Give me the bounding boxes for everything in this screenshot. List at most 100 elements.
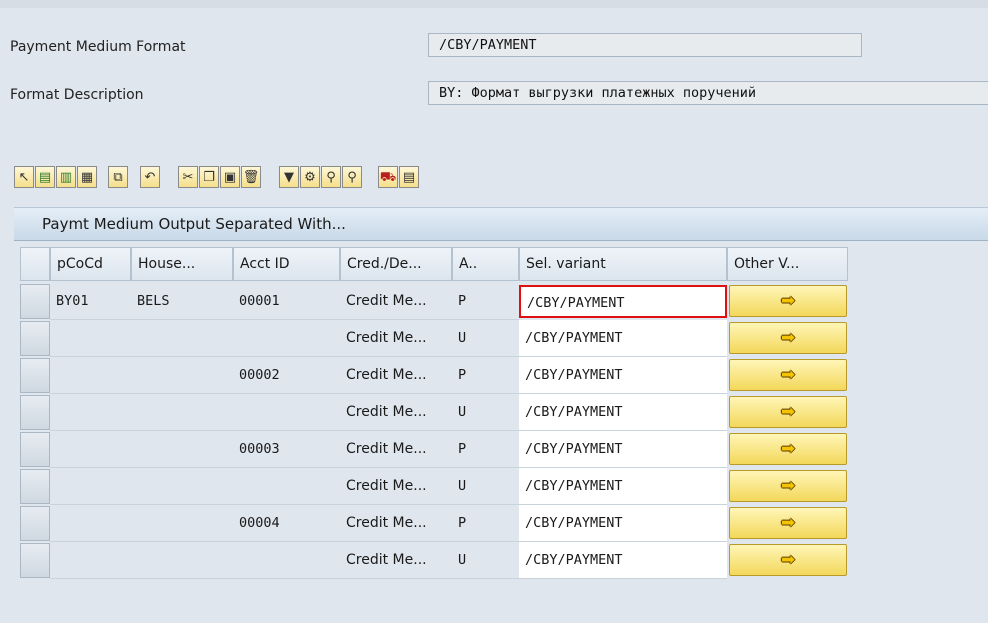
cell-cocd[interactable] [50,357,131,394]
cell-house[interactable] [131,320,233,357]
copy-icon[interactable]: ❐ [199,166,219,188]
row-selector[interactable] [20,284,50,319]
select-all-icon[interactable]: ▤ [35,166,55,188]
cell-cred[interactable]: Credit Me... [340,357,452,394]
cell-cred[interactable]: Credit Me... [340,431,452,468]
cell-cocd[interactable] [50,542,131,579]
col-header-a[interactable]: A.. [452,247,519,281]
cell-cocd[interactable]: BY01 [50,283,131,320]
row-selector[interactable] [20,432,50,467]
cell-a[interactable]: P [452,283,519,320]
deselect-icon[interactable]: ▥ [56,166,76,188]
cell-house[interactable] [131,357,233,394]
arrow-right-icon: ➡ [780,402,796,422]
cell-cocd[interactable] [50,320,131,357]
cell-house[interactable] [131,431,233,468]
description-field: BY: Формат выгрузки платежных поручений [428,81,988,105]
cell-acct[interactable] [233,542,340,579]
row-selector[interactable] [20,321,50,356]
cell-house[interactable] [131,542,233,579]
filter-settings-icon[interactable]: ⚙ [300,166,320,188]
row-selector[interactable] [20,469,50,504]
cell-sel-variant[interactable]: /CBY/PAYMENT [519,320,727,357]
cell-a[interactable]: U [452,320,519,357]
other-variant-button[interactable]: ➡ [729,396,847,428]
cell-a[interactable]: P [452,357,519,394]
export-icon[interactable]: ⛟ [378,166,398,188]
cell-acct[interactable]: 00004 [233,505,340,542]
row-selector[interactable] [20,358,50,393]
copy-row-icon[interactable]: ⧉ [108,166,128,188]
description-label: Format Description [10,87,144,103]
other-variant-button[interactable]: ➡ [729,359,847,391]
cell-a[interactable]: U [452,542,519,579]
cell-cocd[interactable] [50,505,131,542]
arrow-right-icon: ➡ [780,291,796,311]
cell-house[interactable] [131,505,233,542]
cell-cred[interactable]: Credit Me... [340,542,452,579]
select-block-icon[interactable]: ▦ [77,166,97,188]
cell-acct[interactable]: 00001 [233,283,340,320]
cell-a[interactable]: U [452,394,519,431]
cell-cocd[interactable] [50,394,131,431]
format-label: Payment Medium Format [10,39,186,55]
cell-a[interactable]: U [452,468,519,505]
cell-cocd[interactable] [50,431,131,468]
arrow-right-icon: ➡ [780,439,796,459]
cell-sel-variant[interactable]: /CBY/PAYMENT [519,394,727,431]
select-icon[interactable]: ↖ [14,166,34,188]
cell-cocd[interactable] [50,468,131,505]
cell-acct[interactable] [233,320,340,357]
cell-sel-variant[interactable]: /CBY/PAYMENT [519,431,727,468]
cell-cred[interactable]: Credit Me... [340,283,452,320]
delete-icon[interactable]: 🗑 [241,166,261,188]
cell-cred[interactable]: Credit Me... [340,320,452,357]
arrow-right-icon: ➡ [780,328,796,348]
format-field[interactable]: /CBY/PAYMENT [428,33,862,57]
col-header-house[interactable]: House... [131,247,233,281]
row-selector[interactable] [20,543,50,578]
undo-icon[interactable]: ↶ [140,166,160,188]
col-header-other[interactable]: Other V... [727,247,848,281]
other-variant-button[interactable]: ➡ [729,433,847,465]
find-icon[interactable]: ⚲ [321,166,341,188]
cell-house[interactable] [131,394,233,431]
other-variant-button[interactable]: ➡ [729,544,847,576]
other-variant-button[interactable]: ➡ [729,285,847,317]
cell-sel-variant[interactable]: /CBY/PAYMENT [519,285,727,318]
other-variant-button[interactable]: ➡ [729,507,847,539]
cell-cred[interactable]: Credit Me... [340,468,452,505]
other-variant-button[interactable]: ➡ [729,322,847,354]
cell-acct[interactable]: 00002 [233,357,340,394]
paste-icon[interactable]: ▣ [220,166,240,188]
cell-a[interactable]: P [452,431,519,468]
cell-sel-variant[interactable]: /CBY/PAYMENT [519,357,727,394]
details-icon[interactable]: ▤ [399,166,419,188]
find-next-icon[interactable]: ⚲ [342,166,362,188]
cut-icon[interactable]: ✂ [178,166,198,188]
top-strip [0,0,988,8]
other-variant-button[interactable]: ➡ [729,470,847,502]
row-selector[interactable] [20,395,50,430]
payment-medium-table: pCoCd House... Acct ID Cred./De... A.. S… [14,241,988,623]
arrow-right-icon: ➡ [780,365,796,385]
cell-house[interactable]: BELS [131,283,233,320]
panel-title: Paymt Medium Output Separated With... [14,207,988,241]
cell-a[interactable]: P [452,505,519,542]
cell-acct[interactable] [233,394,340,431]
filter-icon[interactable]: ▼ [279,166,299,188]
col-header-acct[interactable]: Acct ID [233,247,340,281]
col-header-sel-variant[interactable]: Sel. variant [519,247,727,281]
cell-house[interactable] [131,468,233,505]
cell-acct[interactable] [233,468,340,505]
cell-cred[interactable]: Credit Me... [340,505,452,542]
row-selector[interactable] [20,506,50,541]
cell-sel-variant[interactable]: /CBY/PAYMENT [519,542,727,579]
select-all-corner[interactable] [20,247,50,281]
col-header-cred[interactable]: Cred./De... [340,247,452,281]
col-header-cocd[interactable]: pCoCd [50,247,131,281]
cell-cred[interactable]: Credit Me... [340,394,452,431]
cell-sel-variant[interactable]: /CBY/PAYMENT [519,468,727,505]
cell-sel-variant[interactable]: /CBY/PAYMENT [519,505,727,542]
cell-acct[interactable]: 00003 [233,431,340,468]
